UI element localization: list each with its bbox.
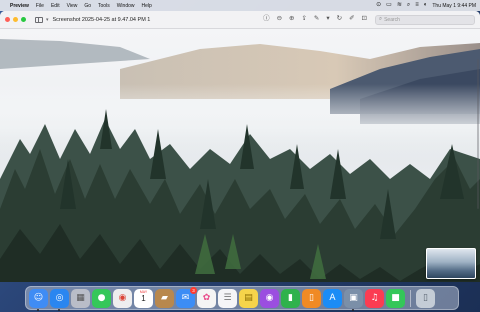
zoom-out-icon[interactable]: ⊖ — [277, 16, 282, 23]
image-canvas[interactable] — [0, 29, 480, 282]
menu-bar: Preview File Edit View Go Tools Window H… — [0, 0, 480, 11]
running-indicator — [58, 308, 60, 311]
menu-file[interactable]: File — [36, 3, 44, 9]
dock-separator — [410, 289, 411, 307]
photos-icon[interactable]: ✿ — [197, 288, 216, 308]
keynote-icon[interactable]: ▰ — [155, 288, 174, 308]
books-icon[interactable]: ▯ — [302, 288, 321, 308]
numbers-icon[interactable]: ▮ — [281, 288, 300, 308]
menu-window[interactable]: Window — [117, 3, 135, 9]
menu-help[interactable]: Help — [142, 3, 152, 9]
menu-tools[interactable]: Tools — [98, 3, 110, 9]
mail-icon[interactable]: ✉ 3 — [176, 286, 197, 308]
music-icon[interactable]: ♫ — [365, 288, 384, 308]
search-input[interactable] — [384, 15, 471, 24]
markup-dropdown-icon[interactable]: ▾ — [326, 16, 329, 23]
rotate-icon[interactable]: ↻ — [337, 16, 342, 23]
toolbar: ⓘ ⊖ ⊕ ⇪ ✎ ▾ ↻ ✐ ⊡ — [263, 16, 367, 23]
control-center-icon[interactable]: ≡ — [415, 0, 419, 11]
podcasts-icon[interactable]: ◉ — [260, 288, 279, 308]
calendar-icon[interactable]: MAY 1 — [134, 288, 153, 308]
mail-badge: 3 — [190, 286, 197, 294]
menu-app-preview[interactable]: Preview — [10, 3, 29, 9]
markup-icon[interactable]: ✎ — [314, 16, 319, 23]
zoom-in-icon[interactable]: ⊕ — [289, 16, 294, 23]
search-menubar-icon[interactable]: ⌕ — [407, 0, 410, 11]
launchpad-icon[interactable]: ▦ — [71, 288, 90, 308]
siri-icon[interactable]: ◐ — [424, 0, 428, 11]
sidebar-toggle-icon[interactable] — [35, 16, 43, 23]
window-controls — [5, 17, 26, 22]
landscape-photo — [0, 29, 480, 282]
app-store-icon[interactable]: A — [323, 288, 342, 308]
messages-icon[interactable]: ● — [92, 288, 111, 308]
menu-edit[interactable]: Edit — [51, 3, 60, 9]
share-icon[interactable]: ⇪ — [301, 16, 306, 23]
safari-icon[interactable]: ◎ — [50, 288, 69, 311]
chevron-down-icon[interactable]: ▾ — [46, 17, 49, 23]
status-area: ⊙ ▭ ≋ ⌕ ≡ ◐ Thu May 1 9:44 PM — [376, 0, 476, 11]
minimize-button[interactable] — [13, 17, 18, 22]
calendar-day: 1 — [141, 293, 146, 303]
battery-icon[interactable]: ▭ — [386, 0, 392, 11]
running-indicator — [352, 308, 354, 311]
reminders-icon[interactable]: ☰ — [218, 288, 237, 308]
scrollbar-thumb[interactable] — [477, 59, 479, 209]
zoom-button[interactable] — [21, 17, 26, 22]
control-icon[interactable]: ⊙ — [376, 0, 381, 11]
menu-go[interactable]: Go — [84, 3, 91, 9]
info-icon[interactable]: ⓘ — [263, 16, 270, 23]
preview-icon[interactable]: ▣ — [344, 288, 363, 311]
screenshot-thumbnail[interactable] — [426, 248, 476, 279]
wifi-icon[interactable]: ≋ — [397, 0, 402, 11]
dock: ☺ ◎ ▦ ● ◉ MAY 1 ▰ ✉ 3 ✿ ☰ ▤ ◉ ▮ ▯ A ▣ ♫ ■… — [25, 286, 459, 311]
window-titlebar: ▾ Screenshot 2025-04-25 at 9.47.04 PM 1 … — [0, 11, 480, 29]
facetime-icon[interactable]: ■ — [386, 288, 405, 308]
menubar-clock[interactable]: Thu May 1 9:44 PM — [432, 3, 476, 9]
search-icon: ⌕ — [379, 16, 383, 22]
chrome-icon[interactable]: ◉ — [113, 288, 132, 308]
annotate-icon[interactable]: ✐ — [349, 16, 354, 23]
document-title[interactable]: Screenshot 2025-04-25 at 9.47.04 PM 1 — [53, 17, 151, 23]
search-field[interactable]: ⌕ — [375, 14, 475, 25]
finder-icon[interactable]: ☺ — [29, 288, 48, 311]
menu-view[interactable]: View — [67, 3, 78, 9]
preview-window: ▾ Screenshot 2025-04-25 at 9.47.04 PM 1 … — [0, 11, 480, 282]
running-indicator — [37, 308, 39, 311]
trash-icon[interactable]: ▯ — [416, 288, 435, 308]
close-button[interactable] — [5, 17, 10, 22]
notes-icon[interactable]: ▤ — [239, 288, 258, 308]
crop-icon[interactable]: ⊡ — [362, 16, 367, 23]
